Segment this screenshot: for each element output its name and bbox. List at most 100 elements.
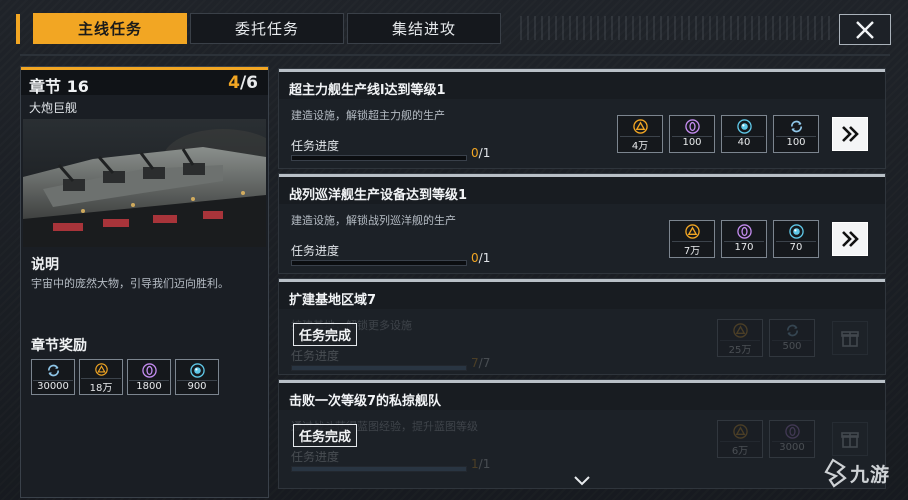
task-progress-bar [291, 155, 467, 161]
reward-item-1[interactable]: 500 [769, 319, 815, 357]
reward-item-3[interactable]: 100 [773, 115, 819, 153]
task-list[interactable]: 超主力舰生产线l达到等级1 建造设施，解锁超主力舰的生产 任务进度 0/1 4万 100 4… [278, 66, 890, 498]
task-progress-label: 任务进度 [291, 450, 340, 464]
watermark-logo-icon [824, 458, 847, 488]
reward-value: 1800 [129, 380, 169, 392]
task-card[interactable]: 战列巡洋舰生产设备达到等级1 建造设施，解锁战列巡洋舰的生产 任务进度 0/1 7万 17… [278, 173, 886, 274]
reward-value: 100 [776, 136, 816, 148]
task-header: 超主力舰生产线l达到等级1 [279, 72, 885, 99]
task-description: 建造设施，解锁战列巡洋舰的生产 [291, 214, 456, 227]
reward-value: 170 [724, 241, 764, 253]
reward-item-2[interactable]: 1800 [127, 359, 171, 395]
reward-value: 70 [776, 241, 816, 253]
reward-item-1[interactable]: 3000 [769, 420, 815, 458]
reward-value: 25万 [720, 340, 760, 356]
task-progress-count: 0/1 [471, 146, 490, 160]
task-progress-total: 1 [482, 251, 491, 265]
go-to-task-button[interactable] [832, 222, 868, 256]
task-rewards: 4万 100 40 100 [617, 115, 819, 153]
double-chevron-right-icon [842, 231, 859, 247]
chapter-rewards: 30000 18万 1800 900 [31, 359, 219, 395]
task-progress-bar [291, 260, 467, 266]
task-complete-badge: 任务完成 [293, 424, 358, 447]
header-decoration [520, 16, 830, 40]
task-progress-count: 0/1 [471, 251, 490, 265]
task-progress-total: 1 [482, 457, 491, 471]
cycle-icon [786, 324, 798, 337]
reward-value: 30000 [33, 380, 73, 392]
task-progress-label: 任务进度 [291, 244, 340, 258]
task-card[interactable]: 超主力舰生产线l达到等级1 建造设施，解锁超主力舰的生产 任务进度 0/1 4万 100 4… [278, 68, 886, 169]
chapter-rewards-heading: 章节奖励 [31, 338, 87, 354]
close-icon [856, 20, 874, 39]
chapter-progress: 4/6 [228, 73, 258, 93]
task-card[interactable]: 击败一次等级7的私掠舰队 通过战斗获得蓝图经验，提升蓝图等级 任务进度 1/1 6万 30… [278, 379, 886, 489]
task-progress-bar [291, 365, 467, 371]
watermark-text: 九游 [850, 463, 891, 486]
task-progress-total: 1 [482, 146, 491, 160]
reward-value: 6万 [720, 441, 760, 457]
task-title: 击败一次等级7的私掠舰队 [289, 394, 442, 409]
task-rewards: 6万 3000 [717, 420, 815, 458]
triangle-icon [732, 323, 748, 338]
reward-value: 18万 [81, 378, 121, 394]
task-progress-current: 0 [471, 146, 479, 160]
reward-item-1[interactable]: 100 [669, 115, 715, 153]
task-title: 超主力舰生产线l达到等级1 [289, 83, 446, 98]
triangle-icon [632, 119, 648, 134]
task-title: 战列巡洋舰生产设备达到等级1 [289, 188, 468, 203]
reward-item-0[interactable]: 7万 [669, 220, 715, 258]
task-progress-bar [291, 466, 467, 472]
reward-item-2[interactable]: 40 [721, 115, 767, 153]
tab-rally-attack[interactable]: 集结进攻 [347, 13, 501, 44]
reward-value: 40 [724, 136, 764, 148]
chapter-illustration [23, 119, 266, 247]
watermark: 九游 [818, 458, 890, 488]
task-progress-total: 7 [482, 356, 491, 370]
crystal-icon [784, 424, 800, 439]
claim-reward-button[interactable] [832, 422, 868, 456]
reward-item-0[interactable]: 25万 [717, 319, 763, 357]
reward-item-3[interactable]: 900 [175, 359, 219, 395]
tab-commission-quests[interactable]: 委托任务 [190, 13, 344, 44]
task-progress-current: 0 [471, 251, 479, 265]
chevron-down-icon[interactable] [574, 476, 590, 486]
tab-main-quests[interactable]: 主线任务 [33, 13, 187, 44]
task-progress-fill [292, 366, 466, 370]
claim-reward-button[interactable] [832, 321, 868, 355]
gift-icon [841, 331, 859, 347]
reward-value: 3000 [772, 441, 812, 453]
tab-accent-marker [16, 14, 20, 44]
task-rewards: 7万 170 70 [669, 220, 819, 258]
crystal-icon [684, 119, 700, 134]
reward-item-0[interactable]: 30000 [31, 359, 75, 395]
gift-icon [841, 432, 859, 448]
crystal-icon [141, 363, 157, 378]
top-bar: 主线任务 委托任务 集结进攻 [0, 0, 908, 58]
task-rewards: 25万 500 [717, 319, 815, 357]
reward-item-0[interactable]: 6万 [717, 420, 763, 458]
task-progress-fill [292, 467, 466, 471]
task-header: 击败一次等级7的私掠舰队 [279, 383, 885, 410]
reward-item-0[interactable]: 4万 [617, 115, 663, 153]
reward-item-1[interactable]: 18万 [79, 359, 123, 395]
go-to-task-button[interactable] [832, 117, 868, 151]
task-card[interactable]: 扩建基地区域7扩建基地，解锁更多设施任务进度7/725万500任务完成 [278, 278, 886, 375]
chapter-panel: 章节 16 4/6 大炮巨舰 说明 宇宙中的庞然大物，引导我们迈向胜利。 章节奖… [20, 66, 269, 498]
description-text: 宇宙中的庞然大物，引导我们迈向胜利。 [31, 277, 229, 290]
cycle-icon [790, 120, 802, 133]
orb-icon [788, 224, 804, 239]
reward-item-1[interactable]: 170 [721, 220, 767, 258]
chapter-progress-total: 6 [246, 73, 258, 93]
chapter-subtitle: 大炮巨舰 [29, 101, 78, 115]
task-header: 战列巡洋舰生产设备达到等级1 [279, 177, 885, 204]
reward-item-2[interactable]: 70 [773, 220, 819, 258]
task-progress-current: 1 [471, 457, 479, 471]
orb-icon [736, 119, 752, 134]
triangle-icon [732, 424, 748, 439]
close-button[interactable] [839, 14, 891, 45]
chapter-title: 章节 16 [29, 77, 89, 96]
task-header: 扩建基地区域7 [279, 282, 885, 309]
chapter-progress-current: 4 [228, 73, 240, 93]
task-title: 扩建基地区域7 [289, 293, 377, 308]
